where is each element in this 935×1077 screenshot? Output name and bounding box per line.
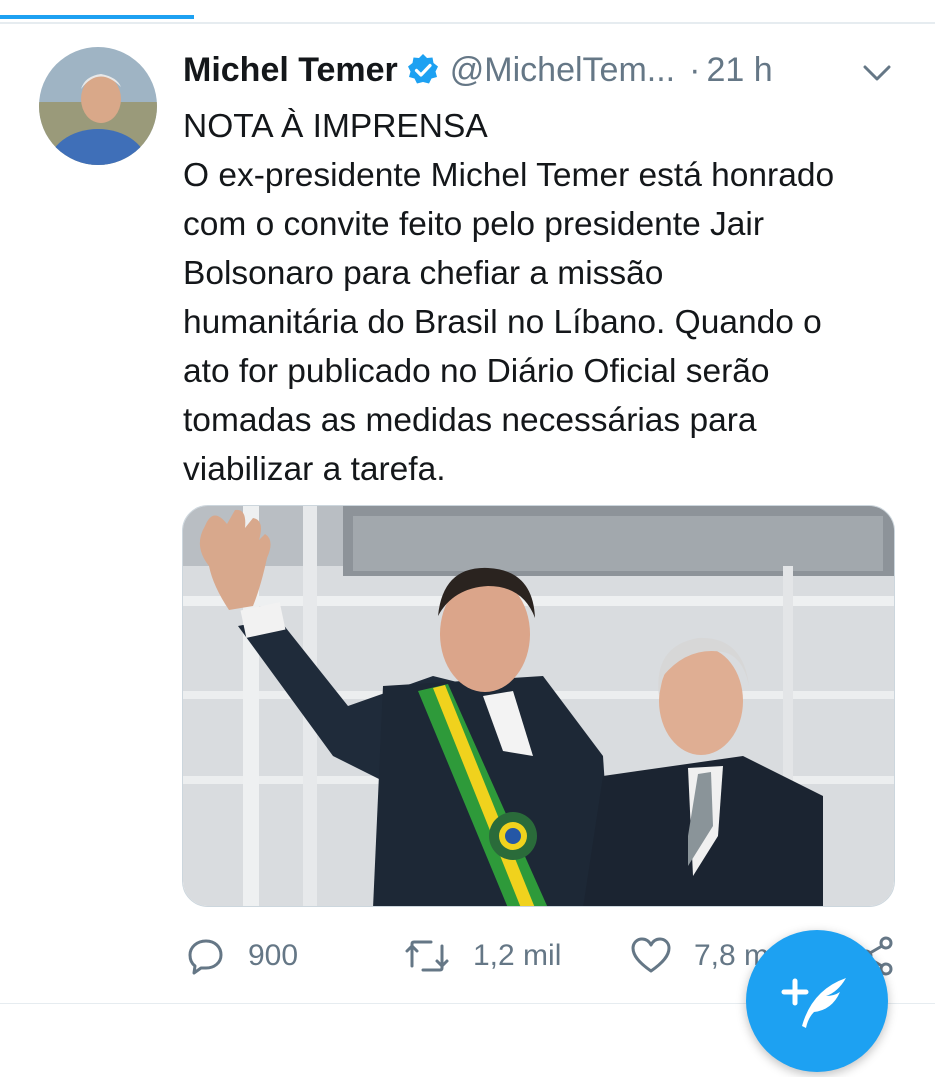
- tweet-title: NOTA À IMPRENSA: [183, 108, 488, 145]
- display-name[interactable]: Michel Temer: [183, 51, 398, 90]
- tweet-line: com o convite feito pelo presidente Jair: [183, 206, 764, 243]
- compose-tweet-button[interactable]: [746, 930, 888, 1072]
- active-tab-indicator: [0, 15, 194, 19]
- tweet-photo[interactable]: [182, 505, 895, 907]
- heart-icon: [631, 937, 671, 973]
- verified-badge-icon: [406, 53, 440, 87]
- tweet-line: humanitária do Brasil no Líbano. Quando …: [183, 304, 822, 341]
- reply-button[interactable]: 900: [186, 928, 298, 984]
- avatar[interactable]: [39, 47, 157, 165]
- compose-tweet-icon: [781, 978, 846, 1028]
- tweet-line: ato for publicado no Diário Oficial serã…: [183, 353, 770, 390]
- chevron-down-icon[interactable]: [860, 60, 894, 86]
- tweet-line: viabilizar a tarefa.: [183, 451, 446, 488]
- tweet-header: Michel Temer @MichelTem... · 21 h: [183, 48, 773, 92]
- retweet-count: 1,2 mil: [473, 939, 562, 972]
- tab-bar: [0, 0, 935, 24]
- retweet-icon: [405, 940, 449, 972]
- tweet-line: O ex-presidente Michel Temer está honrad…: [183, 157, 835, 194]
- reply-count: 900: [248, 939, 299, 972]
- timestamp[interactable]: 21 h: [706, 51, 772, 90]
- tweet-line: Bolsonaro para chefiar a missão: [183, 255, 664, 292]
- retweet-button[interactable]: 1,2 mil: [403, 928, 561, 984]
- handle[interactable]: @MichelTem...: [450, 51, 675, 90]
- reply-icon: [188, 939, 223, 975]
- tweet-text: NOTA À IMPRENSA O ex-presidente Michel T…: [183, 102, 913, 494]
- separator-dot: ·: [689, 50, 701, 89]
- tweet-line: tomadas as medidas necessárias para: [183, 402, 757, 439]
